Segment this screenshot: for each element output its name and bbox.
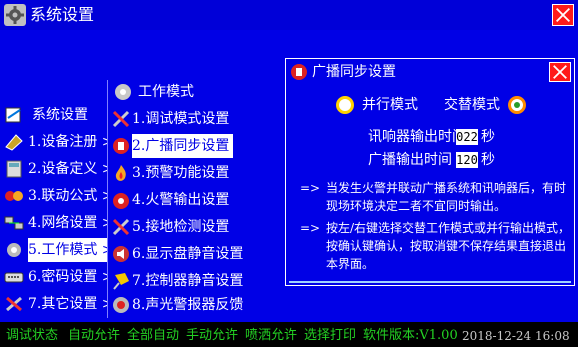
menu-item-device-register[interactable]: 1.设备注册 >>: [2, 130, 125, 154]
tools-icon: [111, 109, 131, 129]
pin-icon: [111, 271, 131, 291]
dialog-divider: [289, 281, 571, 283]
submenu-item-prealarm[interactable]: 3.预警功能设置: [108, 161, 233, 185]
submenu-item-broadcast-sync[interactable]: 2.广播同步设置: [108, 134, 234, 158]
network-icon: [4, 214, 24, 232]
submenu-item-label: 2.广播同步设置: [132, 134, 234, 158]
all-auto-status: 全部自动: [127, 328, 180, 343]
broadcast-icon: [289, 62, 309, 82]
submenu-item-ground-detect[interactable]: 5.接地检测设置: [108, 215, 233, 239]
submenu-item-display-mute[interactable]: 6.显示盘静音设置: [108, 242, 243, 266]
menu-item-device-define[interactable]: 2.设备定义 >>: [2, 157, 125, 181]
submenu-item-controller-mute[interactable]: 7.控制器静音设置: [108, 269, 243, 293]
system-settings-header-label: 系统设置: [32, 107, 88, 123]
submenu-item-label: 4.火警输出设置: [132, 192, 230, 208]
title-bar: 系统设置: [0, 0, 578, 30]
alarm-icon: [111, 190, 131, 210]
calculator-icon: [4, 160, 24, 178]
auto-allow-status: 自动允许: [68, 328, 121, 343]
parallel-mode-radio[interactable]: [336, 96, 354, 114]
note-line: 本界面。: [326, 257, 375, 271]
menu-item-linkage-formula[interactable]: 3.联动公式 >>: [2, 184, 125, 208]
close-icon: [555, 7, 571, 23]
sounder-output-unit: 秒: [481, 129, 495, 145]
submenu-item-debug-mode[interactable]: 1.调试模式设置: [108, 107, 233, 131]
manual-allow-status: 手动允许: [186, 328, 239, 343]
datetime: 2018-12-24 16:08: [462, 329, 570, 343]
submenu-item-label: 1.调试模式设置: [132, 111, 230, 127]
note-line: 当发生火警并联动广播系统和讯响器后，有时: [326, 181, 567, 195]
menu-item-network-settings[interactable]: 4.网络设置 >>: [2, 211, 125, 235]
alternate-mode-label: 交替模式: [444, 97, 500, 113]
work-mode-submenu: 工作模式 1.调试模式设置 2.广播同步设置 3.预警功能设置 4.火警输出设置…: [107, 80, 243, 318]
sounder-output-time-label: 讯响器输出时间: [368, 129, 466, 145]
work-mode-header: 工作模式: [108, 80, 233, 104]
submenu-item-strobe-feedback[interactable]: 8.声光警报器反馈: [108, 293, 243, 317]
parallel-mode-label: 并行模式: [362, 97, 418, 113]
dialog-title: 广播同步设置: [312, 64, 396, 80]
debug-status: 调试状态: [6, 328, 59, 343]
system-settings-menu: 系统设置 1.设备注册 >> 2.设备定义 >> 3.联动公式 >> 4.网络设…: [0, 103, 126, 317]
spray-allow-status: 喷洒允许: [245, 328, 298, 343]
alternate-mode-radio[interactable]: [508, 96, 526, 114]
submenu-item-fire-output[interactable]: 4.火警输出设置: [108, 188, 233, 212]
tag-icon: [4, 133, 24, 151]
strobe-alarm-icon: [111, 295, 131, 315]
software-version: 软件版本:V1.00: [363, 328, 458, 343]
submenu-item-label: 6.显示盘静音设置: [132, 246, 244, 262]
broadcast-sync-dialog: 广播同步设置 并行模式 交替模式 讯响器输出时间 022 秒 广播输出时间 12…: [285, 58, 575, 286]
linkage-icon: [4, 187, 24, 205]
broadcast-icon: [111, 136, 131, 156]
tools-icon: [4, 295, 24, 313]
fire-icon: [111, 163, 131, 183]
dialog-close-button[interactable]: [549, 62, 571, 82]
menu-item-work-mode[interactable]: 5.工作模式 >>: [2, 238, 126, 262]
menu-item-password-settings[interactable]: 6.密码设置 >>: [2, 265, 125, 289]
status-bar: 调试状态 自动允许 全部自动 手动允许 喷洒允许 选择打印 软件版本:V1.00…: [0, 320, 578, 347]
screen: 系统设置 系统设置 1.设备注册 >> 2.设备定义 >> 3.联动公式 >> …: [0, 0, 578, 347]
submenu-item-label: 8.声光警报器反馈: [132, 297, 244, 313]
note-line: 现场环境决定二者不宜同时输出。: [326, 199, 507, 213]
speaker-icon: [111, 244, 131, 264]
work-mode-header-label: 工作模式: [138, 84, 194, 100]
submenu-item-label: 5.接地检测设置: [132, 219, 230, 235]
sounder-output-time-input[interactable]: 022: [456, 129, 478, 145]
window-close-button[interactable]: [552, 4, 574, 26]
close-icon: [553, 65, 567, 79]
broadcast-output-time-label: 广播输出时间: [368, 152, 452, 168]
tools-icon: [111, 217, 131, 237]
note-line: 按确认键确认，按取消键不保存结果直接退出: [326, 239, 567, 253]
submenu-item-label: 7.控制器静音设置: [132, 273, 244, 289]
broadcast-output-unit: 秒: [481, 152, 495, 168]
keyboard-icon: [4, 268, 24, 286]
note-line: 按左/右键选择交替工作模式或并行输出模式，: [326, 221, 571, 235]
note-arrow: =>: [300, 221, 321, 235]
gear-icon: [4, 241, 24, 259]
note-arrow: =>: [300, 181, 321, 195]
settings-notepad-icon: [4, 106, 24, 124]
submenu-item-label: 3.预警功能设置: [132, 165, 230, 181]
system-settings-header: 系统设置: [2, 103, 107, 127]
window-title: 系统设置: [30, 5, 95, 24]
menu-item-other-settings[interactable]: 7.其它设置 >>: [2, 292, 125, 316]
gear-icon: [113, 82, 133, 102]
settings-app-icon: [4, 4, 26, 26]
broadcast-output-time-input[interactable]: 120: [456, 152, 478, 168]
select-print-status: 选择打印: [304, 328, 357, 343]
